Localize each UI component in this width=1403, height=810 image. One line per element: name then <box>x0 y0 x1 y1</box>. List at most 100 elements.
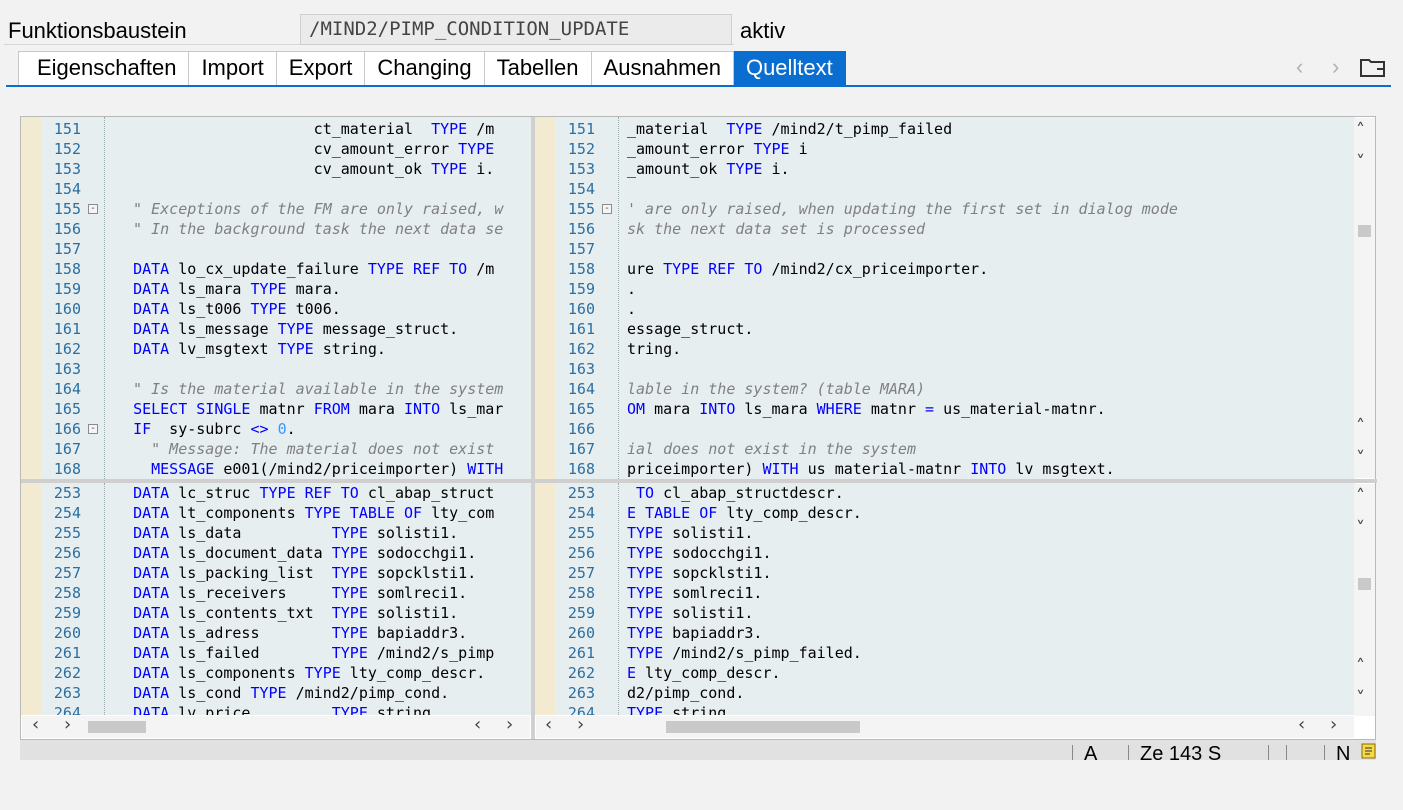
code-line[interactable]: " Message: The material does not exist <box>115 439 494 459</box>
code-line[interactable]: DATA ls_document_data TYPE sodocchgi1. <box>115 543 476 563</box>
fold-toggle-icon[interactable]: - <box>602 204 612 214</box>
code-line[interactable]: " In the background task the next data s… <box>115 219 503 239</box>
code-line[interactable]: DATA ls_data TYPE solisti1. <box>115 523 458 543</box>
chevron-right-icon[interactable]: › <box>1332 54 1339 80</box>
code-line[interactable]: cv_amount_error TYPE <box>115 139 495 159</box>
line-number: 153 <box>53 160 81 178</box>
notes-icon[interactable] <box>1360 741 1378 759</box>
code-line[interactable]: DATA lv_msgtext TYPE string. <box>115 339 386 359</box>
code-line[interactable]: _material TYPE /mind2/t_pimp_failed <box>627 119 952 139</box>
code-line[interactable]: TO cl_abap_structdescr. <box>627 483 844 503</box>
function-module-name-field[interactable]: /MIND2/PIMP_CONDITION_UPDATE <box>300 14 732 45</box>
code-line[interactable]: lable in the system? (table MARA) <box>627 379 925 399</box>
code-line[interactable]: DATA ls_contents_txt TYPE solisti1. <box>115 603 458 623</box>
code-line[interactable]: TYPE sopcklsti1. <box>627 563 772 583</box>
editor-pane-bottom-left[interactable]: 253 DATA lc_struc TYPE REF TO cl_abap_st… <box>21 483 531 715</box>
scroll-down-icon[interactable]: ˅ <box>1356 152 1365 173</box>
code-line[interactable]: DATA lt_components TYPE TABLE OF lty_com <box>115 503 494 523</box>
tab-import[interactable]: Import <box>189 51 277 86</box>
code-line[interactable]: priceimporter) WITH us material-matnr IN… <box>627 459 1115 479</box>
scroll-right-icon[interactable]: › <box>506 714 513 735</box>
tab-export[interactable]: Export <box>276 51 366 86</box>
code-line[interactable]: ure TYPE REF TO /mind2/cx_priceimporter. <box>627 259 988 279</box>
code-line[interactable]: DATA lc_struc TYPE REF TO cl_abap_struct <box>115 483 494 503</box>
scroll-left-icon[interactable]: ‹ <box>32 714 39 735</box>
scroll-left-icon[interactable]: ‹ <box>1298 714 1305 735</box>
code-line[interactable]: DATA ls_message TYPE message_struct. <box>115 319 458 339</box>
code-line[interactable]: DATA lo_cx_update_failure TYPE REF TO /m <box>115 259 494 279</box>
code-line[interactable]: cv_amount_ok TYPE i. <box>115 159 495 179</box>
code-line[interactable]: _amount_error TYPE i <box>627 139 808 159</box>
code-line[interactable]: " Exceptions of the FM are only raised, … <box>115 199 503 219</box>
code-line[interactable]: ' are only raised, when updating the fir… <box>627 199 1178 219</box>
code-line[interactable]: TYPE solisti1. <box>627 523 753 543</box>
tab-tabellen[interactable]: Tabellen <box>484 51 592 86</box>
editor-pane-bottom-right[interactable]: 253 TO cl_abap_structdescr. 254 E TABLE OF… <box>535 483 1355 715</box>
code-line[interactable]: " Is the material available in the syste… <box>115 379 503 399</box>
code-line[interactable]: TYPE bapiaddr3. <box>627 623 762 643</box>
scroll-up-icon[interactable]: ˄ <box>1356 656 1365 677</box>
scroll-up-icon[interactable]: ˄ <box>1356 486 1365 507</box>
editor-pane-top-right[interactable]: 151 _material TYPE /mind2/t_pimp_failed 15… <box>535 117 1355 479</box>
scroll-up-icon[interactable]: ˄ <box>1356 416 1365 437</box>
scroll-right-icon[interactable]: › <box>64 714 71 735</box>
code-line[interactable]: TYPE string <box>627 703 726 715</box>
code-line[interactable]: IF sy-subrc <> 0. <box>115 419 296 439</box>
code-line[interactable]: MESSAGE e001(/mind2/priceimporter) WITH <box>115 459 503 479</box>
code-line[interactable]: essage_struct. <box>627 319 753 339</box>
object-type-label: Funktionsbaustein <box>8 18 187 43</box>
code-line[interactable]: TYPE /mind2/s_pimp_failed. <box>627 643 862 663</box>
fold-toggle-icon[interactable]: - <box>88 204 98 214</box>
scroll-left-icon[interactable]: ‹ <box>545 714 552 735</box>
scroll-thumb[interactable] <box>666 721 860 733</box>
code-line[interactable]: d2/pimp_cond. <box>627 683 744 703</box>
code-line[interactable]: sk the next data set is processed <box>627 219 925 239</box>
code-line[interactable]: DATA ls_components TYPE lty_comp_descr. <box>115 663 485 683</box>
code-line[interactable]: E TABLE OF lty_comp_descr. <box>627 503 862 523</box>
code-line[interactable]: DATA ls_adress TYPE bapiaddr3. <box>115 623 467 643</box>
code-line[interactable]: TYPE somlreci1. <box>627 583 762 603</box>
tab-ausnahmen[interactable]: Ausnahmen <box>591 51 734 86</box>
scroll-down-icon[interactable]: ˅ <box>1356 448 1365 469</box>
code-line[interactable]: DATA ls_mara TYPE mara. <box>115 279 341 299</box>
horizontal-scrollbar-right[interactable] <box>536 716 1354 738</box>
editor-pane-top-left[interactable]: 151 ct_material TYPE /m 152 cv_amount_err… <box>21 117 531 479</box>
scroll-right-icon[interactable]: › <box>577 714 584 735</box>
code-keyword: WITH <box>762 460 799 478</box>
code-line[interactable]: DATA ls_t006 TYPE t006. <box>115 299 341 319</box>
scroll-left-icon[interactable]: ‹ <box>474 714 481 735</box>
code-line[interactable]: SELECT SINGLE matnr FROM mara INTO ls_ma… <box>115 399 503 419</box>
scroll-right-icon[interactable]: › <box>1330 714 1337 735</box>
chevron-left-icon[interactable]: ‹ <box>1296 54 1303 80</box>
horizontal-scrollbar-left[interactable] <box>22 716 530 738</box>
code-line[interactable]: ct_material TYPE /m <box>115 119 495 139</box>
code-line[interactable]: . <box>627 299 636 319</box>
scroll-thumb[interactable] <box>1358 578 1371 590</box>
code-comment: " In the background task the next data s… <box>115 220 504 238</box>
tab-quelltext[interactable]: Quelltext <box>733 51 846 86</box>
code-line[interactable]: tring. <box>627 339 681 359</box>
scroll-down-icon[interactable]: ˅ <box>1356 688 1365 709</box>
code-line[interactable]: OM mara INTO ls_mara WHERE matnr = us_ma… <box>627 399 1106 419</box>
code-line[interactable]: DATA ls_receivers TYPE somlreci1. <box>115 583 467 603</box>
scroll-down-icon[interactable]: ˅ <box>1356 518 1365 539</box>
code-line[interactable]: TYPE sodocchgi1. <box>627 543 772 563</box>
code-line[interactable]: E lty_comp_descr. <box>627 663 781 683</box>
code-line[interactable]: . <box>627 279 636 299</box>
code-line[interactable]: TYPE solisti1. <box>627 603 753 623</box>
code-line[interactable]: DATA ls_packing_list TYPE sopcklsti1. <box>115 563 476 583</box>
code-line[interactable]: DATA ls_failed TYPE /mind2/s_pimp <box>115 643 494 663</box>
tab-eigenschaften[interactable]: Eigenschaften <box>18 51 190 86</box>
scroll-up-icon[interactable]: ˄ <box>1356 120 1365 141</box>
tab-changing[interactable]: Changing <box>365 51 485 86</box>
folder-icon[interactable] <box>1360 56 1386 78</box>
scroll-thumb[interactable] <box>1358 225 1371 237</box>
code-line[interactable]: _amount_ok TYPE i. <box>627 159 790 179</box>
code-line[interactable]: DATA lv_price TYPE string <box>115 703 431 715</box>
scroll-thumb[interactable] <box>88 721 146 733</box>
code-line[interactable]: ial does not exist in the system <box>627 439 916 459</box>
fold-toggle-icon[interactable]: - <box>88 424 98 434</box>
code-text: ls_cond <box>169 684 251 702</box>
code-line[interactable]: DATA ls_cond TYPE /mind2/pimp_cond. <box>115 683 449 703</box>
